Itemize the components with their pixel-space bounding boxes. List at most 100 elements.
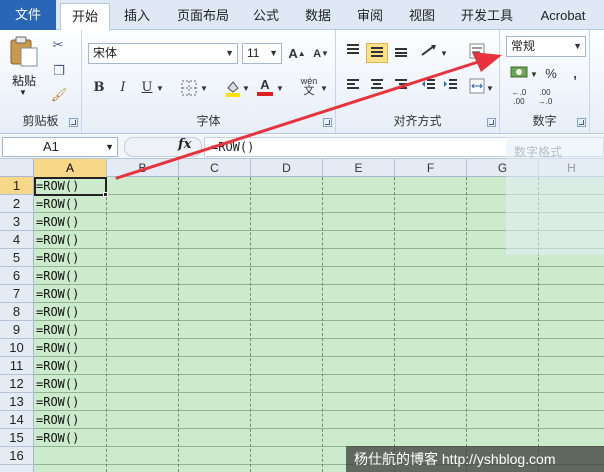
cell-a5[interactable]: =ROW() xyxy=(36,249,79,267)
merge-center-icon[interactable] xyxy=(466,78,488,98)
column-header-a[interactable]: A xyxy=(34,159,107,177)
cell-a3[interactable]: =ROW() xyxy=(36,213,79,231)
chevron-down-icon[interactable]: ▼ xyxy=(440,45,448,63)
tab-acrobat[interactable]: Acrobat xyxy=(530,3,596,30)
row-header[interactable]: 6 xyxy=(0,267,33,285)
tab-home[interactable]: 开始 xyxy=(60,3,110,31)
chevron-down-icon: ▼ xyxy=(105,142,114,152)
chevron-down-icon[interactable]: ▼ xyxy=(486,80,494,98)
row-header[interactable]: 9 xyxy=(0,321,33,339)
row-header[interactable]: 4 xyxy=(0,231,33,249)
name-box[interactable]: A1 ▼ xyxy=(2,137,118,157)
tab-data[interactable]: 数据 xyxy=(296,3,340,30)
cell-a14[interactable]: =ROW() xyxy=(36,411,79,429)
row-header[interactable]: 3 xyxy=(0,213,33,231)
row-header[interactable]: 5 xyxy=(0,249,33,267)
font-color-icon[interactable]: A xyxy=(254,78,276,98)
cell-a1[interactable]: =ROW() xyxy=(36,177,79,195)
phonetic-button[interactable]: wén 文 xyxy=(298,76,320,97)
cell-a8[interactable]: =ROW() xyxy=(36,303,79,321)
row-header[interactable]: 12 xyxy=(0,375,33,393)
paste-button[interactable]: 粘贴 ▼ xyxy=(6,34,42,97)
bold-button[interactable]: B xyxy=(88,78,110,98)
row-header[interactable]: 16 xyxy=(0,447,33,465)
style-pane-title: 数字格式 xyxy=(514,145,563,159)
row-header[interactable]: 15 xyxy=(0,429,33,447)
font-size-combo[interactable]: 11 ▼ xyxy=(242,43,282,64)
cell-a7[interactable]: =ROW() xyxy=(36,285,79,303)
grow-font-icon[interactable]: A▲ xyxy=(286,44,308,64)
underline-button[interactable]: U xyxy=(136,78,158,98)
font-launcher-icon[interactable] xyxy=(323,118,332,127)
font-name-combo[interactable]: 宋体 ▼ xyxy=(88,43,238,64)
align-left-icon[interactable] xyxy=(342,78,364,98)
decrease-indent-icon[interactable] xyxy=(418,78,440,98)
chevron-down-icon: ▼ xyxy=(225,48,234,58)
borders-icon[interactable] xyxy=(178,78,200,98)
align-bottom-icon[interactable] xyxy=(390,43,412,63)
currency-icon[interactable] xyxy=(508,64,530,84)
column-header-c[interactable]: C xyxy=(179,159,251,177)
wrap-text-icon[interactable] xyxy=(466,43,488,63)
decrease-decimal-icon[interactable]: .00 →.0 xyxy=(534,88,556,108)
alignment-launcher-icon[interactable] xyxy=(487,118,496,127)
tab-insert[interactable]: 插入 xyxy=(114,3,160,30)
orientation-icon[interactable] xyxy=(418,43,440,63)
comma-button[interactable]: , xyxy=(564,64,586,84)
cell-a12[interactable]: =ROW() xyxy=(36,375,79,393)
chevron-down-icon[interactable]: ▼ xyxy=(156,80,164,98)
row-header[interactable]: 7 xyxy=(0,285,33,303)
percent-button[interactable]: % xyxy=(540,64,562,84)
italic-button[interactable]: I xyxy=(112,78,134,98)
row-header[interactable]: 11 xyxy=(0,357,33,375)
cell-a10[interactable]: =ROW() xyxy=(36,339,79,357)
shrink-font-icon[interactable]: A▼ xyxy=(310,44,332,64)
cell-a9[interactable]: =ROW() xyxy=(36,321,79,339)
row-header[interactable]: 8 xyxy=(0,303,33,321)
align-middle-icon[interactable] xyxy=(366,43,388,63)
chevron-down-icon: ▼ xyxy=(269,48,278,58)
insert-function-button[interactable]: fx xyxy=(178,137,191,152)
chevron-down-icon[interactable]: ▼ xyxy=(320,80,328,98)
fill-color-icon[interactable] xyxy=(222,78,244,98)
cell-a15[interactable]: =ROW() xyxy=(36,429,79,447)
cell-a6[interactable]: =ROW() xyxy=(36,267,79,285)
group-number: 常规 ▼ ▼ % , ←.0.00 .00 →.0 数字 xyxy=(500,30,590,133)
chevron-down-icon[interactable]: ▼ xyxy=(200,80,208,98)
tab-view[interactable]: 视图 xyxy=(400,3,444,30)
format-painter-icon[interactable]: 🖌 xyxy=(48,86,70,104)
cell-a13[interactable]: =ROW() xyxy=(36,393,79,411)
column-header-f[interactable]: F xyxy=(395,159,467,177)
clipboard-launcher-icon[interactable] xyxy=(69,118,78,127)
row-header[interactable]: 10 xyxy=(0,339,33,357)
align-right-icon[interactable] xyxy=(390,78,412,98)
row-header[interactable]: 1 xyxy=(0,177,33,195)
chevron-down-icon[interactable]: ▼ xyxy=(242,80,250,98)
tab-page-layout[interactable]: 页面布局 xyxy=(168,3,238,30)
cut-icon[interactable]: ✂ xyxy=(48,36,68,54)
column-header-b[interactable]: B xyxy=(107,159,179,177)
tab-review[interactable]: 审阅 xyxy=(348,3,392,30)
row-header[interactable]: 14 xyxy=(0,411,33,429)
number-format-combo[interactable]: 常规 ▼ xyxy=(506,36,586,57)
select-all-button[interactable] xyxy=(0,159,34,177)
tab-file[interactable]: 文件 xyxy=(0,0,56,30)
chevron-down-icon[interactable]: ▼ xyxy=(276,80,284,98)
row-header[interactable]: 13 xyxy=(0,393,33,411)
column-header-e[interactable]: E xyxy=(323,159,395,177)
align-center-icon[interactable] xyxy=(366,78,388,98)
align-top-icon[interactable] xyxy=(342,43,364,63)
number-launcher-icon[interactable] xyxy=(577,118,586,127)
chevron-down-icon[interactable]: ▼ xyxy=(530,66,538,84)
cell-a2[interactable]: =ROW() xyxy=(36,195,79,213)
fill-handle[interactable] xyxy=(103,192,108,197)
cell-a4[interactable]: =ROW() xyxy=(36,231,79,249)
tab-formulas[interactable]: 公式 xyxy=(244,3,288,30)
tab-developer[interactable]: 开发工具 xyxy=(452,3,522,30)
increase-indent-icon[interactable] xyxy=(440,78,462,98)
row-header[interactable]: 2 xyxy=(0,195,33,213)
increase-decimal-icon[interactable]: ←.0.00 xyxy=(508,88,530,108)
column-header-d[interactable]: D xyxy=(251,159,323,177)
cell-a11[interactable]: =ROW() xyxy=(36,357,79,375)
copy-icon[interactable]: ❐ xyxy=(48,62,70,80)
